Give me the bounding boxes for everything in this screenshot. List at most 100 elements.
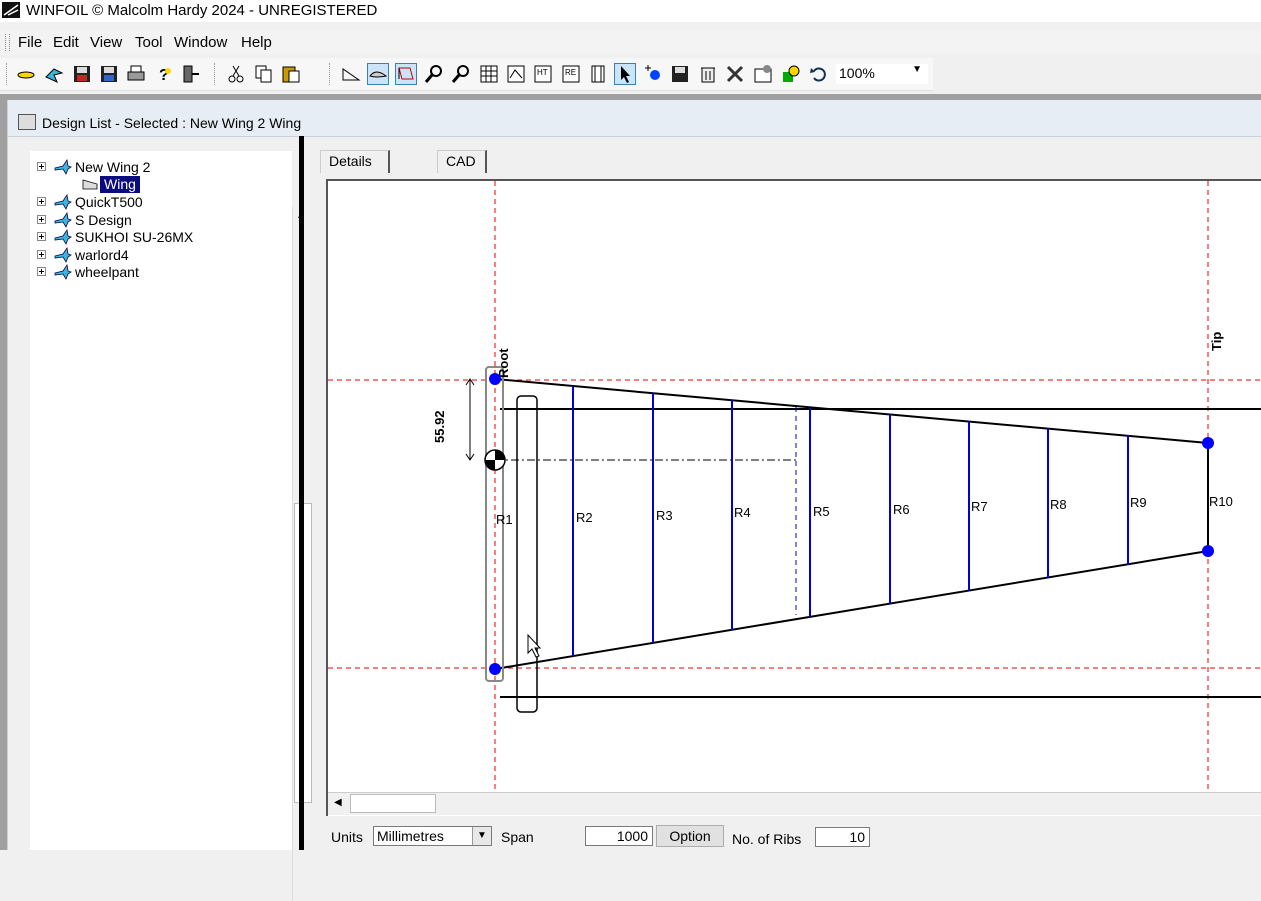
window-title: WINFOIL © Malcolm Hardy 2024 - UNREGISTE…: [26, 2, 378, 19]
menu-edit[interactable]: Edit: [53, 34, 79, 51]
menu-grip: [5, 34, 10, 51]
menu-view[interactable]: View: [90, 34, 122, 51]
tab-cad[interactable]: CAD: [437, 150, 487, 173]
tree-item-new-wing-2[interactable]: New Wing 2: [75, 159, 150, 176]
rib-label-r3: R3: [656, 508, 673, 523]
span-input[interactable]: 1000: [585, 826, 653, 846]
zoom-in-icon[interactable]: [423, 63, 445, 85]
cut-icon[interactable]: [225, 63, 247, 85]
rib-label-r7: R7: [971, 499, 988, 514]
toolbar: ? HT RE 100% ▼: [0, 58, 933, 91]
title-bar: WINFOIL © Malcolm Hardy 2024 - UNREGISTE…: [0, 0, 1261, 22]
help-icon[interactable]: ?: [153, 63, 175, 85]
control-point-tip-te: [1202, 545, 1214, 557]
units-select[interactable]: Millimetres ▼: [373, 826, 492, 846]
plane-icon: [54, 228, 72, 245]
expand-icon[interactable]: [37, 267, 46, 276]
tree-item-sukhoi[interactable]: SUKHOI SU-26MX: [75, 229, 193, 246]
film-icon[interactable]: [587, 63, 609, 85]
cad-rib-icon[interactable]: [505, 63, 527, 85]
paste-icon[interactable]: [280, 63, 302, 85]
rib-label-r2: R2: [576, 510, 593, 525]
menu-file[interactable]: File: [18, 34, 42, 51]
svg-text:HT: HT: [537, 68, 548, 77]
chevron-down-icon[interactable]: ▼: [912, 64, 922, 75]
child-window-title: Design List - Selected : New Wing 2 Wing: [42, 115, 302, 131]
units-label: Units: [331, 829, 363, 845]
save-drawing-icon[interactable]: [669, 63, 691, 85]
expand-icon[interactable]: [37, 215, 46, 224]
plane-icon: [54, 263, 72, 280]
properties-icon[interactable]: [752, 63, 774, 85]
control-point-root-le: [489, 373, 501, 385]
menu-help[interactable]: Help: [241, 34, 272, 51]
bottom-panel: Units Millimetres ▼ Span 1000 Option No.…: [326, 824, 1261, 850]
print-icon[interactable]: [125, 63, 147, 85]
chevron-down-icon[interactable]: ▼: [472, 827, 491, 845]
rib-label-r6: R6: [893, 502, 910, 517]
new-icon[interactable]: [15, 63, 37, 85]
rib-icon[interactable]: [395, 63, 417, 85]
option-button[interactable]: Option: [656, 825, 724, 847]
svg-text:RE: RE: [565, 68, 576, 77]
tab-details[interactable]: Details: [320, 150, 390, 173]
airfoil-icon[interactable]: [367, 63, 389, 85]
expand-icon[interactable]: [37, 232, 46, 241]
plane-icon: [54, 211, 72, 228]
tree-item-wheelpant[interactable]: wheelpant: [75, 264, 139, 281]
menu-window[interactable]: Window: [174, 34, 227, 51]
plane-icon: [54, 193, 72, 210]
expand-icon[interactable]: [37, 162, 46, 171]
expand-icon[interactable]: [37, 197, 46, 206]
tip-label: Tip: [1209, 332, 1224, 351]
splitter[interactable]: [299, 136, 304, 850]
wing-drawing[interactable]: 55.92 Root Tip R1 R2 R3 R4 R5 R6 R7 R8 R…: [328, 181, 1261, 792]
h-scroll-thumb[interactable]: [350, 794, 436, 813]
exit-icon[interactable]: [180, 63, 202, 85]
expand-icon[interactable]: [37, 250, 46, 259]
root-label: Root: [496, 348, 511, 378]
dimension-label: 55.92: [432, 410, 447, 443]
pointer-icon[interactable]: [614, 63, 636, 85]
window-icon: [18, 114, 36, 130]
rib-label-r9: R9: [1130, 495, 1147, 510]
rib-label-r5: R5: [813, 504, 830, 519]
wizard-icon[interactable]: [43, 63, 65, 85]
tab-cad-label: CAD: [446, 153, 476, 169]
tree-item-warlord4[interactable]: warlord4: [75, 247, 129, 264]
rib-label-r4: R4: [734, 505, 751, 520]
units-value: Millimetres: [377, 828, 444, 844]
zoom-select[interactable]: 100% ▼: [836, 64, 928, 84]
cad-canvas[interactable]: 55.92 Root Tip R1 R2 R3 R4 R5 R6 R7 R8 R…: [326, 179, 1261, 816]
save-all-icon[interactable]: [98, 63, 120, 85]
control-point-tip-le: [1202, 437, 1214, 449]
cad-spar-icon[interactable]: HT: [532, 63, 554, 85]
rib-label-r1: R1: [496, 512, 513, 527]
tree-item-quickt500[interactable]: QuickT500: [75, 194, 143, 211]
grid-icon[interactable]: [478, 63, 500, 85]
add-point-icon[interactable]: [642, 63, 664, 85]
save-icon[interactable]: [71, 63, 93, 85]
copy-icon[interactable]: [253, 63, 275, 85]
ribs-input[interactable]: 10: [815, 827, 870, 847]
design-tree: New Wing 2 Wing QuickT500 S Design SUKHO…: [30, 151, 313, 901]
zoom-out-icon[interactable]: [450, 63, 472, 85]
scroll-left-icon[interactable]: ◀: [334, 797, 342, 808]
delete-icon[interactable]: [697, 63, 719, 85]
child-title-bar: Design List - Selected : New Wing 2 Wing: [8, 100, 1261, 137]
wing-plan-icon[interactable]: [340, 63, 362, 85]
app-icon: [2, 2, 20, 18]
rib-label-r8: R8: [1050, 497, 1067, 512]
undo-icon[interactable]: [808, 63, 830, 85]
tree-item-s-design[interactable]: S Design: [75, 212, 132, 229]
tree-item-wing[interactable]: Wing: [100, 176, 140, 193]
layers-icon[interactable]: [780, 63, 802, 85]
menu-bar: File Edit View Tool Window Help: [0, 30, 1261, 54]
ribs-label: No. of Ribs: [732, 831, 802, 847]
cad-rib-export-icon[interactable]: RE: [560, 63, 582, 85]
leading-edge: [494, 378, 1209, 444]
menu-tool[interactable]: Tool: [135, 34, 163, 51]
mouse-cursor-icon: [527, 633, 542, 658]
canvas-h-scrollbar[interactable]: ◀: [328, 792, 1261, 815]
tools-icon[interactable]: [724, 63, 746, 85]
